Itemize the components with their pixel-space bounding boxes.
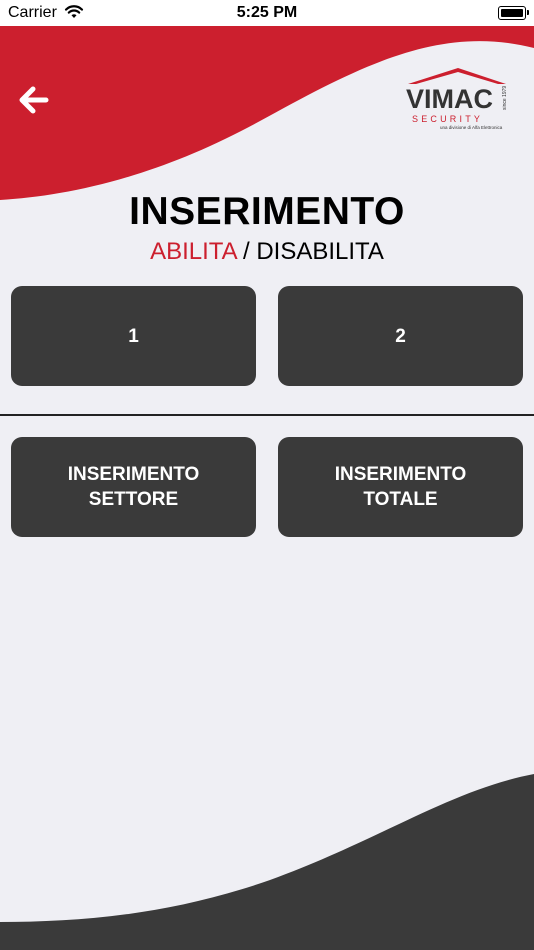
zone-2-label: 2: [395, 325, 406, 347]
subtitle-inactive[interactable]: DISABILITA: [256, 238, 384, 265]
section-divider: [0, 414, 534, 416]
logo-brand: VIMAC: [406, 84, 493, 114]
inserimento-totale-button[interactable]: INSERIMENTO TOTALE: [278, 437, 523, 537]
arrow-left-icon: [19, 86, 49, 114]
logo-tagline: SECURITY: [412, 114, 483, 124]
settore-line2: SETTORE: [88, 489, 179, 510]
zone-1-button[interactable]: 1: [11, 286, 256, 386]
totale-line2: TOTALE: [363, 489, 438, 510]
zone-2-button[interactable]: 2: [278, 286, 523, 386]
totale-line1: INSERIMENTO: [334, 464, 467, 485]
logo-since: since 1979: [502, 86, 508, 110]
subtitle-active[interactable]: ABILITA: [150, 238, 236, 265]
settore-line1: INSERIMENTO: [67, 464, 200, 485]
battery-icon: [498, 6, 529, 20]
subtitle-separator: /: [236, 238, 257, 265]
status-time: 5:25 PM: [236, 4, 298, 21]
page-title: INSERIMENTO: [129, 190, 405, 233]
footer-wave: [0, 774, 534, 950]
logo-division: una divisione di Alfa Elettronica: [440, 125, 503, 130]
zone-1-label: 1: [128, 325, 139, 347]
back-button[interactable]: [12, 78, 56, 122]
vimac-logo: VIMAC since 1979 SECURITY una divisione …: [402, 64, 518, 134]
status-bar: Carrier 5:25 PM: [0, 0, 534, 26]
page-subtitle: ABILITA / DISABILITA: [0, 238, 534, 266]
inserimento-settore-button[interactable]: INSERIMENTO SETTORE: [11, 437, 256, 537]
